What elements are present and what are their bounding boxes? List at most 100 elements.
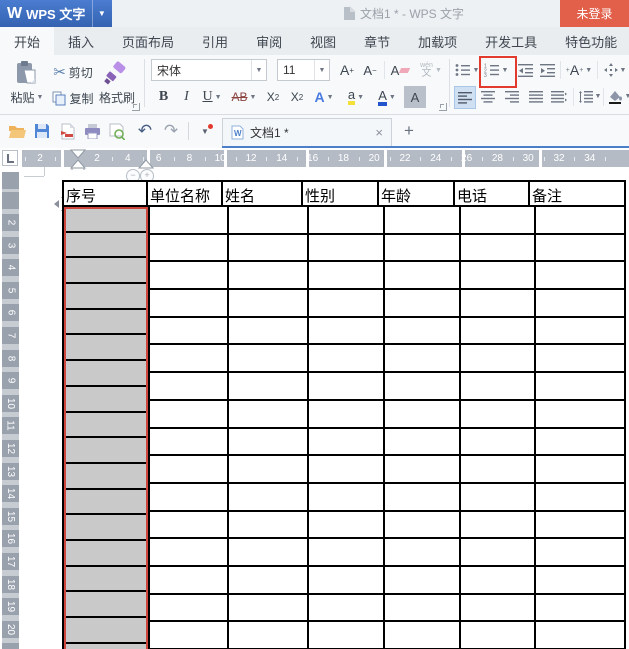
- table-header-cell[interactable]: 姓名: [221, 182, 301, 205]
- save-button[interactable]: [31, 120, 53, 142]
- selected-cell[interactable]: [64, 515, 148, 541]
- table-cell[interactable]: [383, 234, 459, 261]
- selected-cell[interactable]: [64, 258, 148, 285]
- customize-toolbar-button[interactable]: ▼: [196, 120, 214, 142]
- table-cell[interactable]: [307, 456, 383, 482]
- table-header-cell[interactable]: 年龄: [377, 182, 453, 205]
- table-header-cell[interactable]: 性别: [301, 182, 377, 205]
- font-name-combo[interactable]: 宋体 ▼: [151, 59, 267, 81]
- table-cell[interactable]: [383, 400, 459, 427]
- table-cell[interactable]: [383, 539, 459, 565]
- selected-cell[interactable]: [64, 643, 148, 649]
- bold-button[interactable]: B: [153, 86, 174, 108]
- paste-label[interactable]: 粘贴 ▼: [4, 89, 50, 105]
- table-cell[interactable]: [150, 318, 227, 344]
- table-cell[interactable]: [534, 234, 616, 261]
- table-header-cell[interactable]: 序号: [64, 182, 146, 205]
- align-left-button[interactable]: [454, 86, 476, 109]
- table-cell[interactable]: [459, 594, 534, 621]
- table-cell[interactable]: [383, 207, 459, 233]
- table-cell[interactable]: [534, 317, 616, 344]
- table-cell[interactable]: [383, 566, 459, 593]
- table-cell[interactable]: [150, 290, 227, 316]
- subscript-button[interactable]: X2: [286, 86, 308, 108]
- line-spacing-button[interactable]: ▼: [577, 86, 603, 107]
- table-cell[interactable]: [227, 428, 307, 455]
- table-cell[interactable]: [459, 290, 534, 316]
- chevron-down-icon[interactable]: ▼: [215, 94, 222, 101]
- table-cell[interactable]: [227, 483, 307, 510]
- table-cell[interactable]: [227, 262, 307, 289]
- selected-cell[interactable]: [64, 566, 148, 593]
- table-cell[interactable]: [383, 511, 459, 538]
- copy-button[interactable]: 复制: [46, 87, 100, 109]
- table-cell[interactable]: [459, 262, 534, 289]
- clear-format-button[interactable]: A: [388, 58, 412, 82]
- selected-cell[interactable]: [64, 412, 148, 439]
- selected-cell[interactable]: [64, 386, 148, 413]
- table-cell[interactable]: [459, 373, 534, 399]
- table-cell[interactable]: [307, 317, 383, 344]
- table-cell[interactable]: [459, 207, 534, 233]
- paste-button[interactable]: [8, 58, 44, 88]
- table-cell[interactable]: [307, 539, 383, 565]
- document-tab[interactable]: W 文档1 * ×: [222, 118, 392, 146]
- chevron-down-icon[interactable]: ▼: [625, 93, 629, 100]
- undo-button[interactable]: ↶: [134, 120, 156, 142]
- table-cell[interactable]: [227, 373, 307, 399]
- table-cell[interactable]: [383, 373, 459, 399]
- table-cell[interactable]: [150, 401, 227, 427]
- ruler-column-gap[interactable]: [306, 150, 309, 167]
- table-cell[interactable]: [307, 345, 383, 372]
- superscript-button[interactable]: X2: [262, 86, 284, 108]
- table-body[interactable]: [150, 207, 626, 649]
- table-cell[interactable]: [459, 622, 534, 648]
- table-cell[interactable]: [150, 512, 227, 538]
- new-tab-button[interactable]: +: [398, 119, 420, 143]
- table-cell[interactable]: [227, 290, 307, 316]
- ribbon-tab-开始[interactable]: 开始: [0, 27, 55, 55]
- align-right-button[interactable]: [502, 86, 522, 107]
- selected-cell[interactable]: [64, 540, 148, 567]
- table-cell[interactable]: [227, 207, 307, 233]
- selected-cell[interactable]: [64, 618, 148, 644]
- selected-cell[interactable]: [64, 309, 148, 336]
- table-cell[interactable]: [459, 511, 534, 538]
- italic-button[interactable]: I: [176, 86, 197, 108]
- table-selected-column[interactable]: [62, 207, 150, 649]
- table-cell[interactable]: [383, 622, 459, 648]
- table-cell[interactable]: [227, 511, 307, 538]
- table-cell[interactable]: [534, 566, 616, 593]
- table-cell[interactable]: [307, 594, 383, 621]
- table-cell[interactable]: [227, 234, 307, 261]
- table-cell[interactable]: [307, 290, 383, 316]
- tab-selector-button[interactable]: [2, 150, 18, 166]
- table-cell[interactable]: [459, 317, 534, 344]
- increase-indent-button[interactable]: [537, 59, 557, 81]
- text-effects-button[interactable]: A ▼: [310, 86, 338, 108]
- selected-cell[interactable]: [64, 284, 148, 310]
- table-cell[interactable]: [150, 262, 227, 288]
- chevron-down-icon[interactable]: ▼: [314, 60, 329, 80]
- decrease-indent-button[interactable]: [515, 59, 535, 81]
- table-cell[interactable]: [534, 511, 616, 538]
- selected-cell[interactable]: [64, 232, 148, 259]
- selected-cell[interactable]: [64, 592, 148, 618]
- ribbon-tab-开发工具[interactable]: 开发工具: [471, 27, 551, 55]
- format-painter-button[interactable]: [100, 59, 132, 87]
- ruler-column-gap[interactable]: [384, 150, 387, 167]
- phonetic-guide-button[interactable]: wén 文 ▼: [414, 57, 448, 83]
- table-cell[interactable]: [307, 262, 383, 289]
- table-cell[interactable]: [459, 234, 534, 261]
- table-cell[interactable]: [307, 622, 383, 648]
- table-cell[interactable]: [383, 317, 459, 344]
- table-cell[interactable]: [227, 622, 307, 648]
- table-cell[interactable]: [534, 594, 616, 621]
- ribbon-tab-页面布局[interactable]: 页面布局: [108, 27, 188, 55]
- table-cell[interactable]: [307, 373, 383, 399]
- chevron-down-icon[interactable]: ▼: [357, 94, 364, 101]
- table-cell[interactable]: [227, 456, 307, 482]
- bullet-list-button[interactable]: ▼: [454, 59, 480, 81]
- table-cell[interactable]: [383, 456, 459, 482]
- highlight-color-button[interactable]: a ▼: [341, 86, 371, 108]
